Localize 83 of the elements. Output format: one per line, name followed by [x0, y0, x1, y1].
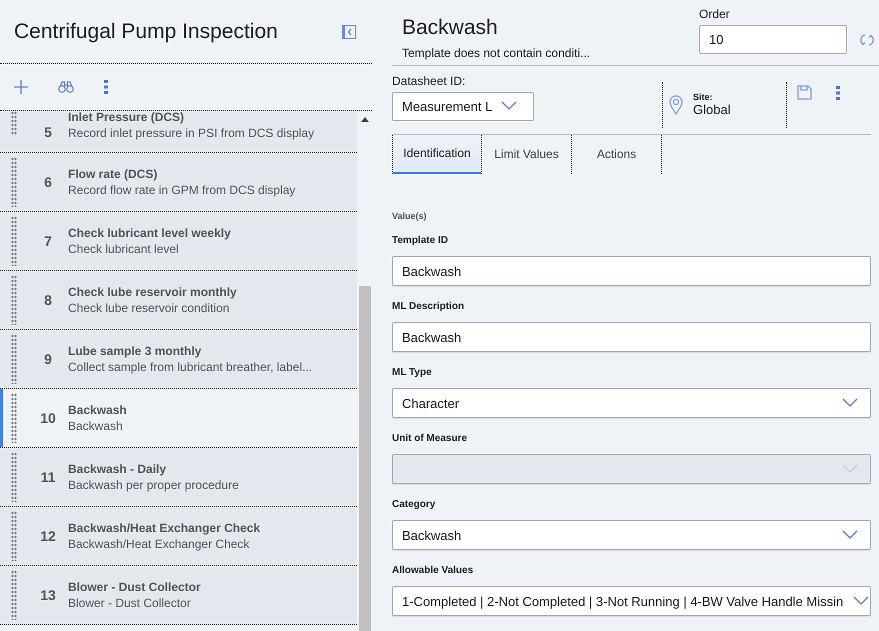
step-row[interactable]: 10 Backwash Backwash: [0, 389, 357, 448]
field-label: Datasheet ID:: [392, 74, 466, 88]
dropdown-field[interactable]: Measurement L: [392, 92, 534, 120]
save-icon[interactable]: [797, 85, 812, 100]
step-title: Check lube reservoir monthly: [68, 285, 237, 299]
step-title: Inlet Pressure (DCS): [68, 111, 186, 124]
step-title: Backwash - Daily: [68, 462, 168, 476]
step-title: Lube sample 3 monthly: [68, 344, 202, 358]
step-title: Check lubricant level weekly: [68, 226, 231, 240]
location-pin-icon: [669, 94, 683, 115]
more-options-icon[interactable]: [104, 80, 108, 94]
step-row[interactable]: 6 Flow rate (DCS) Record flow rate in GPM from DCS display: [0, 153, 357, 212]
step-description: Record flow rate in GPM from DCS display: [68, 183, 296, 197]
step-number: 10: [39, 410, 57, 426]
step-title: Blower - Dust Collector: [68, 580, 201, 594]
field-label: Template ID: [392, 235, 449, 246]
dropdown-field[interactable]: Character: [392, 388, 871, 418]
step-number: 12: [39, 528, 57, 544]
step-number: 13: [39, 587, 57, 603]
step-description: Check lubricant level: [68, 242, 180, 256]
field-label: Category: [392, 499, 436, 510]
input-field[interactable]: Backwash: [392, 322, 871, 352]
dropdown-field[interactable]: Backwash: [392, 520, 871, 550]
field-label: ML Description: [392, 301, 466, 312]
drag-handle-icon[interactable]: [11, 452, 17, 502]
chevron-down-icon: [853, 596, 870, 606]
add-icon[interactable]: [14, 80, 28, 94]
step-title: Backwash/Heat Exchanger Check: [68, 521, 260, 535]
drag-handle-icon[interactable]: [11, 111, 17, 136]
step-description: Backwash/Heat Exchanger Check: [68, 537, 250, 551]
site-label: Site:: [693, 92, 714, 102]
chevron-down-icon: [842, 530, 858, 540]
step-number: 6: [43, 174, 53, 190]
drag-handle-icon[interactable]: [11, 393, 17, 443]
record-title: Backwash: [402, 16, 499, 40]
field-label: Order: [699, 7, 731, 21]
step-title: Backwash: [68, 403, 127, 417]
refresh-icon[interactable]: [859, 32, 875, 46]
step-number: 8: [43, 292, 53, 308]
scrollbar-thumb[interactable]: [358, 286, 370, 631]
drag-handle-icon[interactable]: [11, 275, 17, 325]
binoculars-icon[interactable]: [58, 81, 74, 93]
tab[interactable]: Limit Values: [482, 134, 572, 174]
record-subtitle: Template does not contain conditi...: [402, 46, 590, 60]
dropdown-field[interactable]: 1-Completed | 2-Not Completed | 3-Not Running | 4-BW Valve Handle Missin: [392, 586, 871, 616]
step-number: 11: [40, 469, 56, 485]
input-field[interactable]: 10: [699, 25, 847, 54]
drag-handle-icon[interactable]: [11, 157, 17, 207]
section-label: Value(s): [392, 211, 428, 221]
step-number: 7: [43, 233, 53, 249]
collapse-panel-icon[interactable]: [342, 24, 356, 38]
site-value: Global: [693, 102, 731, 118]
step-description: Record inlet pressure in PSI from DCS display: [68, 126, 314, 140]
step-description: Backwash per proper procedure: [68, 478, 239, 492]
tab[interactable]: Identification: [392, 134, 482, 174]
step-row[interactable]: 13 Blower - Dust Collector Blower - Dust Collector: [0, 566, 357, 625]
step-description: Blower - Dust Collector: [68, 596, 192, 610]
step-row[interactable]: 8 Check lube reservoir monthly Check lube reservoir condition: [0, 271, 357, 330]
field-label: ML Type: [392, 367, 433, 378]
drag-handle-icon[interactable]: [11, 334, 17, 384]
step-row[interactable]: 12 Backwash/Heat Exchanger Check Backwash/Heat Exchanger Check: [0, 507, 357, 566]
scroll-up-arrow-icon[interactable]: [360, 117, 368, 122]
input-field[interactable]: Backwash: [392, 256, 871, 286]
step-number: 9: [43, 351, 53, 367]
panel-title: Centrifugal Pump Inspection: [14, 20, 278, 44]
field-label: Allowable Values: [392, 565, 474, 576]
field-label: Unit of Measure: [392, 433, 468, 444]
chevron-down-icon: [842, 398, 858, 408]
step-title: Flow rate (DCS): [68, 167, 158, 181]
drag-handle-icon[interactable]: [11, 570, 17, 620]
step-row[interactable]: 9 Lube sample 3 monthly Collect sample from lubricant breather, label...: [0, 330, 357, 389]
step-row[interactable]: 5 Inlet Pressure (DCS) Record inlet pressure in PSI from DCS display: [0, 111, 357, 153]
drag-handle-icon[interactable]: [11, 511, 17, 561]
step-number: 5: [43, 124, 53, 140]
chevron-down-icon: [842, 464, 858, 474]
tab[interactable]: Actions: [572, 134, 662, 174]
step-description: Backwash: [68, 419, 124, 433]
step-row[interactable]: 7 Check lubricant level weekly Check lubricant level: [0, 212, 357, 271]
drag-handle-icon[interactable]: [11, 216, 17, 266]
step-row[interactable]: 11 Backwash - Daily Backwash per proper procedure: [0, 448, 357, 507]
step-description: Collect sample from lubricant breather, label...: [68, 360, 312, 374]
step-description: Check lube reservoir condition: [68, 301, 230, 315]
more-options-icon[interactable]: [836, 86, 840, 100]
